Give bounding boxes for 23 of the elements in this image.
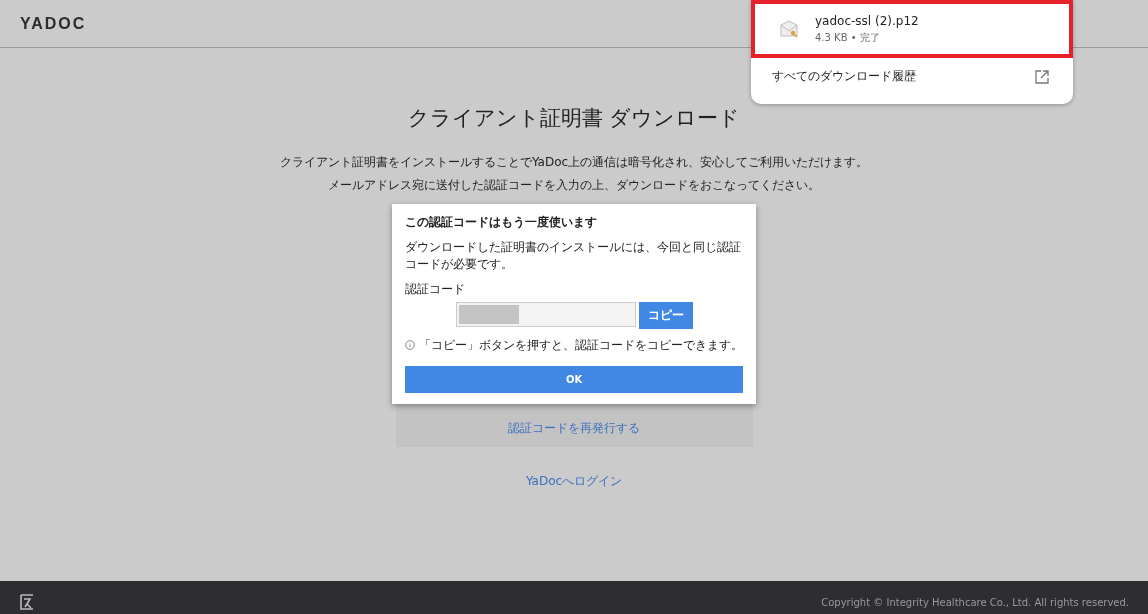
- code-field[interactable]: [455, 301, 636, 327]
- reissue-link[interactable]: 認証コードを再発行する: [508, 420, 640, 437]
- logo: YADOC: [20, 14, 87, 33]
- page-title: クライアント証明書 ダウンロード: [407, 105, 741, 132]
- external-link-icon[interactable]: [1035, 69, 1049, 84]
- certificate-file-icon: [779, 19, 799, 39]
- login-link[interactable]: YaDocへログイン: [525, 473, 623, 490]
- file-meta: 4.3 KB • 完了: [815, 30, 881, 45]
- download-item[interactable]: yadoc-ssl (2).p12 4.3 KB • 完了: [751, 0, 1073, 58]
- logo-icon: [20, 593, 34, 610]
- download-history-link[interactable]: すべてのダウンロード履歴: [772, 68, 916, 85]
- hint-text: 「コピー」ボタンを押すと、認証コードをコピーできます。: [419, 336, 743, 354]
- field-label: 認証コード: [405, 280, 466, 298]
- file-name: yadoc-ssl (2).p12: [815, 13, 919, 28]
- dialog-message: ダウンロードした証明書のインストールには、今回と同じ認証コードが必要です。: [405, 239, 742, 273]
- ok-button[interactable]: OK: [405, 365, 743, 393]
- description-text: メールアドレス宛に送付した認証コードを入力の上、ダウンロードをおこなってください。: [328, 177, 820, 194]
- info-icon: [405, 340, 415, 351]
- dialog-title: この認証コードはもう一度使います: [405, 214, 598, 231]
- redacted-block: [458, 304, 519, 324]
- copyright-text: Copyright © Integrity Healthcare Co., Ltd. All rights reserved.: [821, 597, 1129, 608]
- description-text: クライアント証明書をインストールすることでYaDoc上の通信は暗号化され、安心してご利用いただけます。: [279, 154, 869, 171]
- copy-button[interactable]: コピー: [638, 301, 693, 329]
